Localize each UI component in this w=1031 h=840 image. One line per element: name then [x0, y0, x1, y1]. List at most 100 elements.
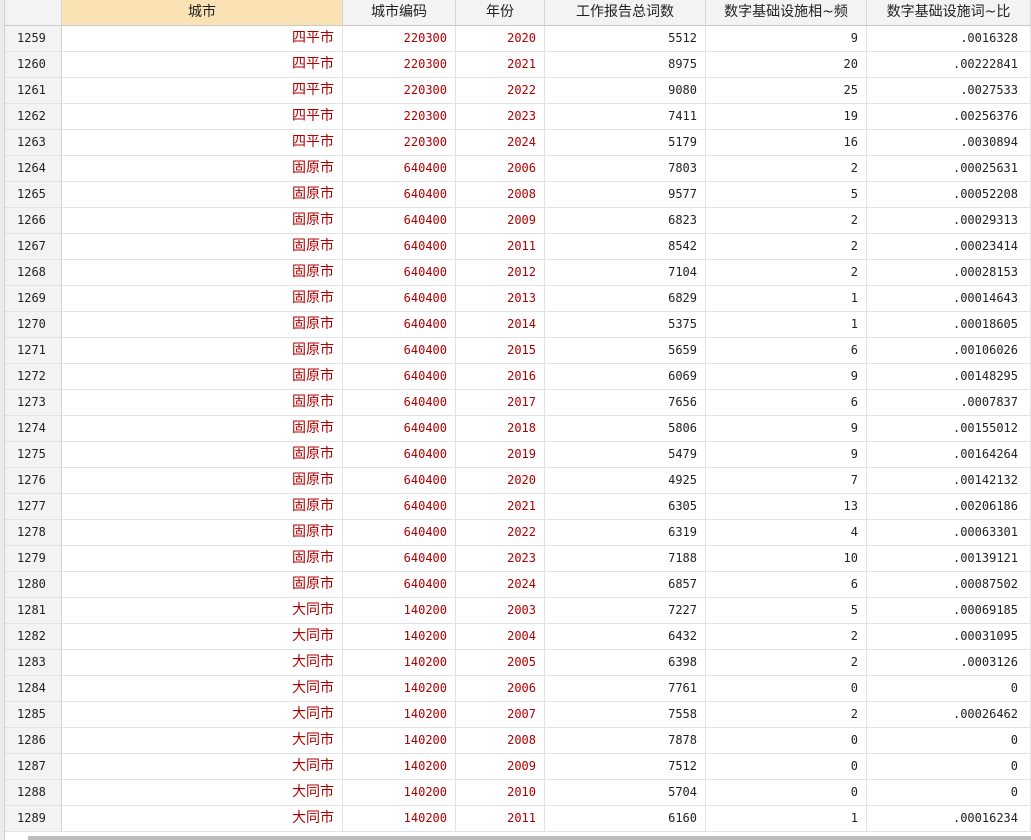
city-cell[interactable]: 大同市: [62, 702, 343, 728]
city-cell[interactable]: 四平市: [62, 130, 343, 156]
table-row[interactable]: 1260 四平市 220300 2021 8975 20.00222841: [5, 52, 1031, 78]
city-code-cell[interactable]: 640400: [343, 572, 456, 598]
column-header-infra-ratio[interactable]: 数字基础设施词~比: [867, 0, 1031, 26]
table-row[interactable]: 1270 固原市 640400 2014 5375 1.00018605: [5, 312, 1031, 338]
city-cell[interactable]: 固原市: [62, 520, 343, 546]
row-index-header[interactable]: [5, 0, 62, 26]
year-cell[interactable]: 2014: [456, 312, 545, 338]
city-code-cell[interactable]: 140200: [343, 650, 456, 676]
year-cell[interactable]: 2006: [456, 156, 545, 182]
infra-frequency-cell[interactable]: 10: [706, 546, 867, 572]
table-row[interactable]: 1281 大同市 140200 2003 7227 5.00069185: [5, 598, 1031, 624]
total-words-cell[interactable]: 6829: [545, 286, 706, 312]
row-index-cell[interactable]: 1282: [5, 624, 62, 650]
row-index-cell[interactable]: 1260: [5, 52, 62, 78]
infra-frequency-cell[interactable]: 9: [706, 442, 867, 468]
table-row[interactable]: 1262 四平市 220300 2023 7411 19.00256376: [5, 104, 1031, 130]
year-cell[interactable]: 2015: [456, 338, 545, 364]
infra-frequency-cell[interactable]: 2: [706, 156, 867, 182]
city-code-cell[interactable]: 640400: [343, 156, 456, 182]
total-words-cell[interactable]: 5375: [545, 312, 706, 338]
city-code-cell[interactable]: 220300: [343, 130, 456, 156]
table-row[interactable]: 1278 固原市 640400 2022 6319 4.00063301: [5, 520, 1031, 546]
total-words-cell[interactable]: 9577: [545, 182, 706, 208]
city-code-cell[interactable]: 220300: [343, 26, 456, 52]
city-code-cell[interactable]: 640400: [343, 416, 456, 442]
city-code-cell[interactable]: 640400: [343, 520, 456, 546]
year-cell[interactable]: 2012: [456, 260, 545, 286]
total-words-cell[interactable]: 6069: [545, 364, 706, 390]
infra-frequency-cell[interactable]: 5: [706, 598, 867, 624]
row-index-cell[interactable]: 1274: [5, 416, 62, 442]
row-index-cell[interactable]: 1261: [5, 78, 62, 104]
infra-ratio-cell[interactable]: .00018605: [867, 312, 1031, 338]
table-row[interactable]: 1259 四平市 220300 2020 5512 9.0016328: [5, 26, 1031, 52]
table-row[interactable]: 1280 固原市 640400 2024 6857 6.00087502: [5, 572, 1031, 598]
infra-ratio-cell[interactable]: .00028153: [867, 260, 1031, 286]
city-code-cell[interactable]: 640400: [343, 208, 456, 234]
table-row[interactable]: 1264 固原市 640400 2006 7803 2.00025631: [5, 156, 1031, 182]
year-cell[interactable]: 2005: [456, 650, 545, 676]
row-index-cell[interactable]: 1289: [5, 806, 62, 832]
infra-frequency-cell[interactable]: 5: [706, 182, 867, 208]
city-code-cell[interactable]: 220300: [343, 104, 456, 130]
city-cell[interactable]: 大同市: [62, 650, 343, 676]
infra-frequency-cell[interactable]: 1: [706, 312, 867, 338]
year-cell[interactable]: 2024: [456, 130, 545, 156]
year-cell[interactable]: 2022: [456, 78, 545, 104]
infra-ratio-cell[interactable]: .00142132: [867, 468, 1031, 494]
city-code-cell[interactable]: 640400: [343, 468, 456, 494]
infra-frequency-cell[interactable]: 19: [706, 104, 867, 130]
row-index-cell[interactable]: 1273: [5, 390, 62, 416]
infra-frequency-cell[interactable]: 7: [706, 468, 867, 494]
table-row[interactable]: 1268 固原市 640400 2012 7104 2.00028153: [5, 260, 1031, 286]
total-words-cell[interactable]: 7227: [545, 598, 706, 624]
year-cell[interactable]: 2024: [456, 572, 545, 598]
table-row[interactable]: 1265 固原市 640400 2008 9577 5.00052208: [5, 182, 1031, 208]
table-row[interactable]: 1283 大同市 140200 2005 6398 2.0003126: [5, 650, 1031, 676]
year-cell[interactable]: 2017: [456, 390, 545, 416]
year-cell[interactable]: 2020: [456, 468, 545, 494]
infra-ratio-cell[interactable]: .00052208: [867, 182, 1031, 208]
city-cell[interactable]: 固原市: [62, 234, 343, 260]
infra-ratio-cell[interactable]: .00222841: [867, 52, 1031, 78]
infra-ratio-cell[interactable]: .00164264: [867, 442, 1031, 468]
total-words-cell[interactable]: 5659: [545, 338, 706, 364]
city-code-cell[interactable]: 140200: [343, 754, 456, 780]
table-row[interactable]: 1286 大同市 140200 2008 7878 0 0: [5, 728, 1031, 754]
year-cell[interactable]: 2021: [456, 494, 545, 520]
total-words-cell[interactable]: 7558: [545, 702, 706, 728]
city-cell[interactable]: 固原市: [62, 312, 343, 338]
infra-frequency-cell[interactable]: 2: [706, 702, 867, 728]
city-code-cell[interactable]: 640400: [343, 312, 456, 338]
city-code-cell[interactable]: 640400: [343, 182, 456, 208]
city-cell[interactable]: 固原市: [62, 182, 343, 208]
city-code-cell[interactable]: 140200: [343, 598, 456, 624]
year-cell[interactable]: 2010: [456, 780, 545, 806]
year-cell[interactable]: 2019: [456, 442, 545, 468]
row-index-cell[interactable]: 1278: [5, 520, 62, 546]
year-cell[interactable]: 2011: [456, 806, 545, 832]
infra-ratio-cell[interactable]: 0: [867, 754, 1031, 780]
table-row[interactable]: 1277 固原市 640400 2021 6305 13.00206186: [5, 494, 1031, 520]
year-cell[interactable]: 2022: [456, 520, 545, 546]
year-cell[interactable]: 2018: [456, 416, 545, 442]
row-index-cell[interactable]: 1280: [5, 572, 62, 598]
table-row[interactable]: 1274 固原市 640400 2018 5806 9.00155012: [5, 416, 1031, 442]
year-cell[interactable]: 2023: [456, 104, 545, 130]
city-cell[interactable]: 大同市: [62, 754, 343, 780]
infra-ratio-cell[interactable]: .00026462: [867, 702, 1031, 728]
year-cell[interactable]: 2008: [456, 182, 545, 208]
table-row[interactable]: 1263 四平市 220300 2024 5179 16.0030894: [5, 130, 1031, 156]
infra-frequency-cell[interactable]: 9: [706, 364, 867, 390]
total-words-cell[interactable]: 6319: [545, 520, 706, 546]
infra-frequency-cell[interactable]: 1: [706, 286, 867, 312]
city-cell[interactable]: 大同市: [62, 676, 343, 702]
row-index-cell[interactable]: 1262: [5, 104, 62, 130]
column-header-code[interactable]: 城市编码: [343, 0, 456, 26]
city-cell[interactable]: 四平市: [62, 104, 343, 130]
infra-ratio-cell[interactable]: .0016328: [867, 26, 1031, 52]
row-index-cell[interactable]: 1279: [5, 546, 62, 572]
infra-ratio-cell[interactable]: .00155012: [867, 416, 1031, 442]
row-index-cell[interactable]: 1269: [5, 286, 62, 312]
